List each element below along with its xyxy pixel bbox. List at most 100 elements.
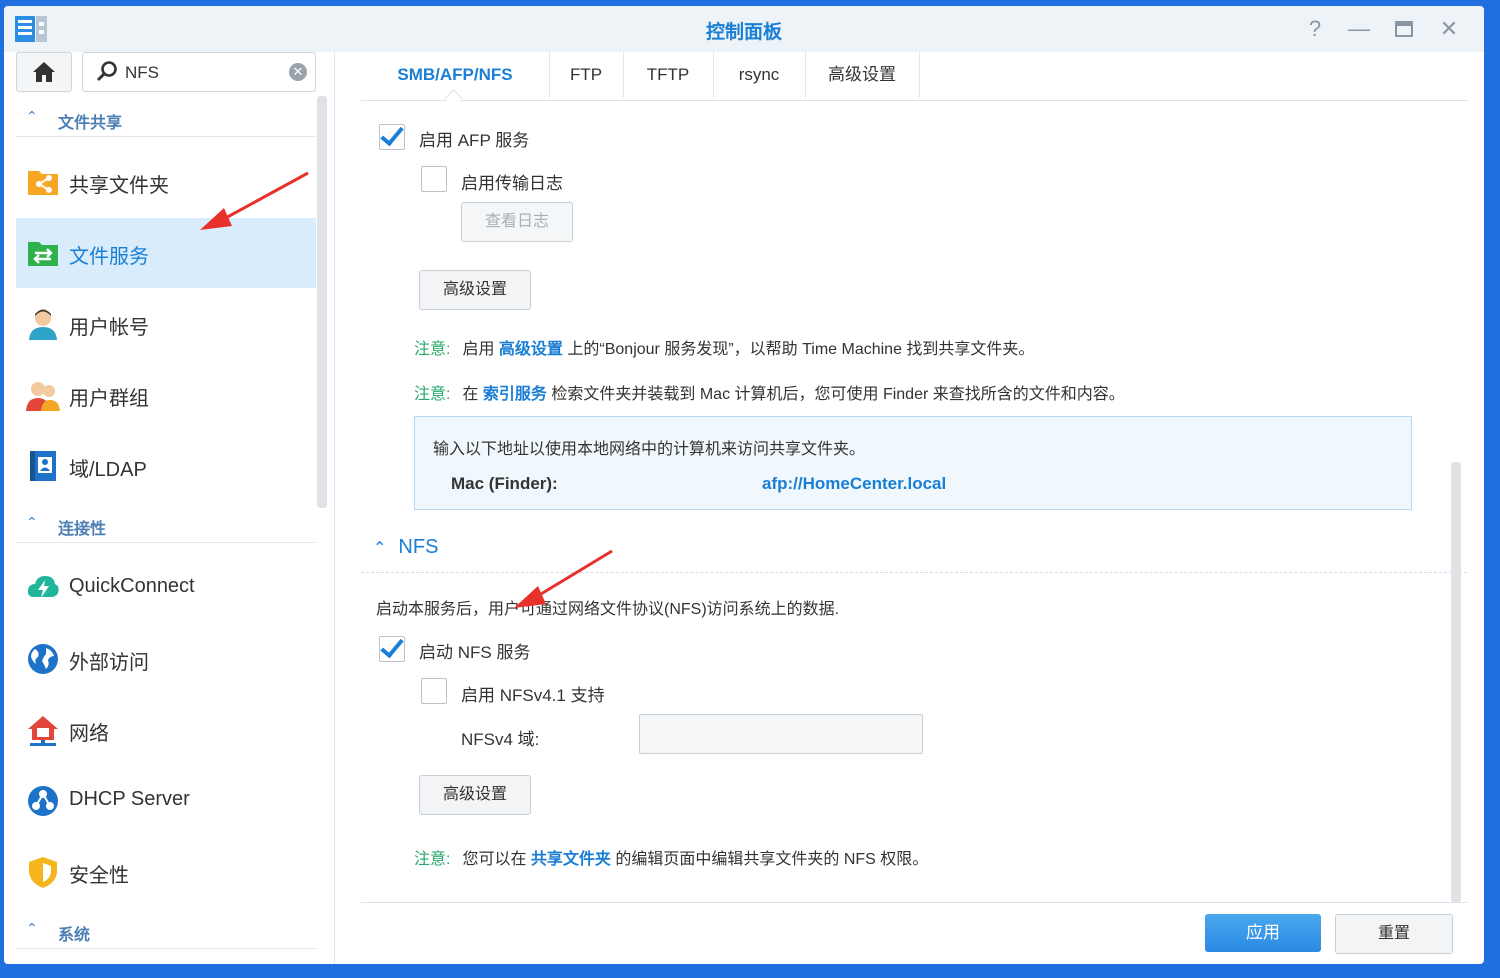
note-text: 在 — [462, 386, 479, 403]
sidebar-item-label: 安全性 — [69, 865, 129, 887]
sidebar-item-dhcp-server[interactable]: DHCP Server — [16, 766, 316, 836]
nfs-section-title: NFS — [398, 536, 439, 558]
home-button[interactable] — [16, 52, 72, 92]
sidebar-item-external-access[interactable]: 外部访问 — [16, 624, 316, 694]
note-prefix: 注意: — [414, 341, 451, 358]
afp-note-bonjour: 注意: 启用 高级设置 上的“Bonjour 服务发现”，以帮助 Time Mac… — [414, 335, 1034, 359]
indexing-service-link[interactable]: 索引服务 — [483, 386, 547, 403]
afp-note-indexing: 注意: 在 索引服务 检索文件夹并装载到 Mac 计算机后，您可使用 Finder… — [414, 380, 1125, 404]
sidebar-item-network[interactable]: 网络 — [16, 695, 316, 765]
search-icon — [96, 61, 117, 82]
sidebar-item-quickconnect[interactable]: QuickConnect — [16, 553, 316, 623]
clear-search-icon[interactable]: ✕ — [289, 63, 307, 81]
sidebar-item-label: 域/LDAP — [69, 459, 147, 481]
title-bar: 控制面板 ? — ✕ — [4, 6, 1484, 52]
main-panel: SMB/AFP/NFS FTP TFTP rsync 高级设置 启用 AFP 服… — [361, 52, 1467, 964]
nfsv4-domain-input[interactable] — [639, 714, 923, 754]
tab-tftp[interactable]: TFTP — [623, 52, 714, 98]
nfsv4-domain-label: NFSv4 域: — [461, 730, 540, 749]
note-text: 上的“Bonjour 服务发现”，以帮助 Time Machine 找到共享文件… — [567, 341, 1035, 358]
sidebar-item-user-group[interactable]: 用户群组 — [16, 360, 316, 430]
chevron-up-icon: ⌃ — [26, 108, 38, 124]
content-scrollbar[interactable] — [1451, 462, 1461, 902]
nfs-description: 启动本服务后，用户可通过网络文件协议(NFS)访问系统上的数据. — [376, 601, 840, 618]
maximize-icon[interactable] — [1389, 14, 1419, 44]
chevron-up-icon: ⌃ — [26, 920, 38, 936]
search-box[interactable]: NFS ✕ — [82, 52, 316, 92]
note-text: 的编辑页面中编辑共享文件夹的 NFS 权限。 — [615, 851, 929, 868]
sidebar-item-label: 用户群组 — [69, 388, 149, 410]
enable-afp-checkbox[interactable] — [379, 124, 405, 150]
nfs-advanced-settings-button[interactable]: 高级设置 — [419, 775, 531, 815]
afp-advanced-settings-button[interactable]: 高级设置 — [419, 270, 531, 310]
sidebar-item-security[interactable]: 安全性 — [16, 837, 316, 907]
close-icon[interactable]: ✕ — [1434, 14, 1464, 44]
tab-advanced-settings[interactable]: 高级设置 — [805, 52, 920, 98]
advanced-settings-link[interactable]: 高级设置 — [499, 341, 563, 358]
home-icon — [33, 62, 55, 82]
sidebar-item-shared-folder[interactable]: 共享文件夹 — [16, 147, 316, 217]
enable-nfs-label: 启动 NFS 服务 — [419, 643, 531, 662]
note-prefix: 注意: — [414, 851, 451, 868]
enable-transfer-log-label: 启用传输日志 — [461, 174, 563, 193]
chevron-up-icon: ⌃ — [373, 540, 387, 557]
globe-icon — [28, 644, 58, 674]
network-icon — [28, 716, 58, 746]
infobox-text: 输入以下地址以使用本地网络中的计算机来访问共享文件夹。 — [433, 441, 866, 458]
control-panel-window: 控制面板 ? — ✕ NFS ✕ ⌃ 文件共享 共享文件夹 文件服务 用户帐号 … — [4, 6, 1484, 964]
sidebar-item-label: 用户帐号 — [69, 317, 149, 339]
nfs-section-header[interactable]: ⌃ NFS — [373, 536, 438, 559]
enable-afp-label: 启用 AFP 服务 — [419, 131, 530, 150]
sidebar-item-label: 网络 — [69, 723, 109, 745]
enable-nfs-checkbox[interactable] — [379, 636, 405, 662]
sidebar-item-label: 外部访问 — [69, 652, 149, 674]
window-title: 控制面板 — [705, 22, 782, 43]
enable-nfsv41-checkbox[interactable] — [421, 678, 447, 704]
tab-rsync[interactable]: rsync — [713, 52, 806, 98]
file-services-icon — [28, 242, 58, 266]
help-icon[interactable]: ? — [1300, 14, 1330, 44]
sidebar-item-label: DHCP Server — [69, 788, 190, 810]
sidebar-item-label: QuickConnect — [69, 575, 195, 597]
afp-address: afp://HomeCenter.local — [762, 474, 947, 493]
section-connectivity[interactable]: ⌃ 连接性 — [16, 506, 316, 543]
view-log-button[interactable]: 查看日志 — [461, 202, 573, 242]
section-divider — [361, 572, 1467, 573]
footer-divider — [361, 902, 1467, 903]
shared-folder-icon — [28, 171, 58, 195]
section-label: 系统 — [58, 927, 91, 944]
shield-icon — [29, 857, 57, 888]
user-group-icon — [26, 382, 60, 411]
shared-folder-link[interactable]: 共享文件夹 — [531, 851, 611, 868]
reset-button[interactable]: 重置 — [1335, 914, 1453, 954]
sidebar: NFS ✕ ⌃ 文件共享 共享文件夹 文件服务 用户帐号 用户群组 域/LDAP… — [4, 52, 335, 964]
afp-address-infobox: 输入以下地址以使用本地网络中的计算机来访问共享文件夹。 Mac (Finder)… — [414, 416, 1412, 510]
enable-transfer-log-checkbox[interactable] — [421, 166, 447, 192]
tab-bar: SMB/AFP/NFS FTP TFTP rsync 高级设置 — [361, 52, 1467, 108]
minimize-icon[interactable]: — — [1344, 14, 1374, 44]
note-text: 启用 — [462, 341, 495, 358]
section-label: 文件共享 — [58, 115, 123, 132]
nfs-note-permissions: 注意: 您可以在 共享文件夹 的编辑页面中编辑共享文件夹的 NFS 权限。 — [414, 845, 928, 869]
sidebar-item-ldap[interactable]: 域/LDAP — [16, 431, 316, 501]
apply-button[interactable]: 应用 — [1205, 914, 1321, 952]
sidebar-item-user-account[interactable]: 用户帐号 — [16, 289, 316, 359]
ldap-icon — [30, 451, 56, 481]
sidebar-scrollbar[interactable] — [317, 96, 327, 508]
section-label: 连接性 — [58, 521, 107, 538]
sidebar-item-label: 文件服务 — [69, 246, 149, 268]
enable-nfsv41-label: 启用 NFSv4.1 支持 — [461, 686, 605, 705]
search-input[interactable]: NFS — [125, 63, 159, 83]
tab-ftp[interactable]: FTP — [549, 52, 624, 98]
dhcp-icon — [28, 786, 58, 816]
chevron-up-icon: ⌃ — [26, 514, 38, 530]
section-file-sharing[interactable]: ⌃ 文件共享 — [16, 100, 316, 137]
section-system[interactable]: ⌃ 系统 — [16, 912, 316, 949]
sidebar-item-file-services[interactable]: 文件服务 — [16, 218, 316, 288]
user-icon — [29, 309, 57, 340]
note-text: 您可以在 — [462, 851, 527, 868]
note-prefix: 注意: — [414, 386, 451, 403]
quickconnect-icon — [27, 576, 59, 598]
sidebar-item-label: 共享文件夹 — [69, 175, 169, 197]
mac-finder-label: Mac (Finder): — [451, 474, 558, 493]
